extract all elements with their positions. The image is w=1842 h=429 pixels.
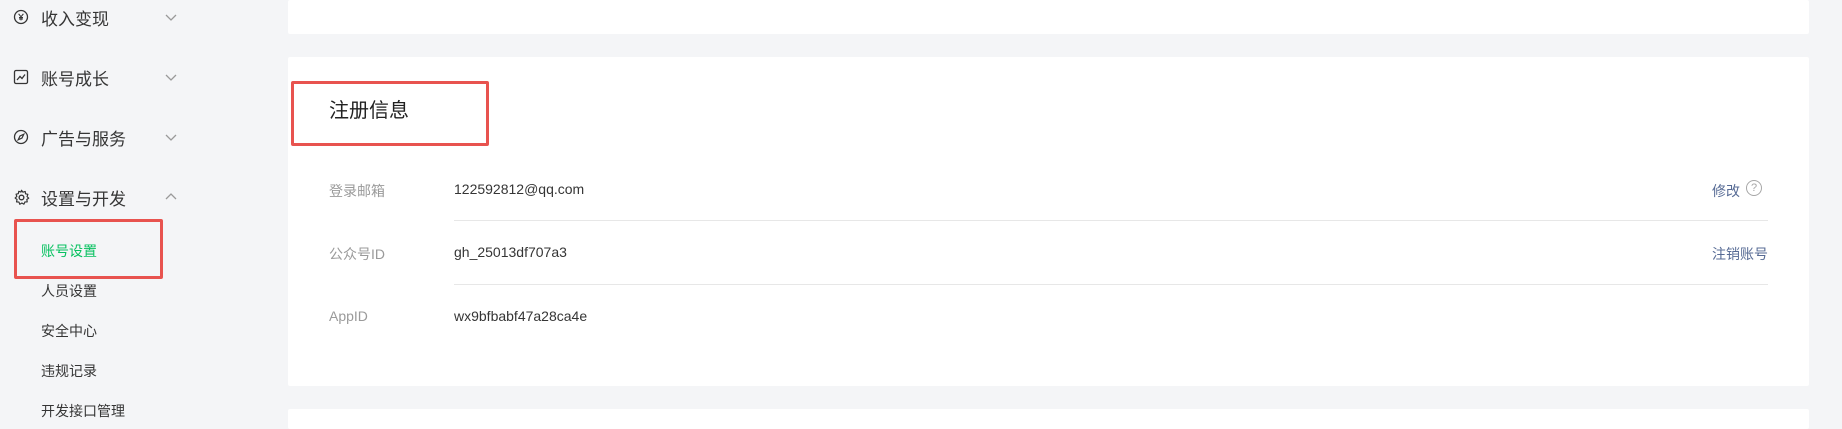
chevron-down-icon — [165, 134, 177, 141]
sidebar-item-dev-api[interactable]: 开发接口管理 — [41, 401, 125, 421]
sidebar-item-account-settings[interactable]: 账号设置 — [41, 241, 97, 261]
login-email-label: 登录邮箱 — [329, 183, 385, 199]
chevron-up-icon — [165, 193, 177, 200]
content-card-next — [288, 409, 1809, 429]
row-divider — [454, 220, 1768, 221]
sidebar-group-label: 设置与开发 — [41, 189, 126, 209]
row-divider — [454, 284, 1768, 285]
official-account-id-value: gh_25013df707a3 — [454, 244, 567, 260]
appid-value: wx9bfbabf47a28ca4e — [454, 308, 588, 324]
chevron-down-icon — [165, 14, 177, 21]
compass-icon — [12, 128, 30, 146]
sidebar-group-label: 收入变现 — [41, 9, 109, 29]
yen-circle-icon — [12, 8, 30, 26]
official-account-id-label: 公众号ID — [329, 246, 385, 262]
appid-label: AppID — [329, 308, 368, 324]
sidebar-group-label: 广告与服务 — [41, 129, 126, 149]
sidebar-group-revenue[interactable]: 收入变现 — [0, 0, 190, 35]
edit-email-link[interactable]: 修改 — [1712, 181, 1740, 201]
sidebar-item-violation-records[interactable]: 违规记录 — [41, 361, 97, 381]
sidebar-item-security-center[interactable]: 安全中心 — [41, 321, 97, 341]
growth-chart-icon — [12, 68, 30, 86]
registration-info-card — [288, 57, 1809, 386]
sidebar-group-ads[interactable]: 广告与服务 — [0, 119, 190, 155]
sidebar-group-settings[interactable]: 设置与开发 — [0, 179, 190, 215]
login-email-value: 122592812@qq.com — [454, 181, 585, 197]
sidebar-nav: 收入变现 账号成长 广告与服务 设置与开发 账号设置 人员设置 安全中心 违规记… — [0, 0, 212, 419]
chevron-down-icon — [165, 74, 177, 81]
sidebar-group-label: 账号成长 — [41, 69, 109, 89]
cancel-account-link[interactable]: 注销账号 — [1712, 244, 1768, 264]
gear-icon — [12, 188, 30, 206]
sidebar-group-growth[interactable]: 账号成长 — [0, 59, 190, 95]
section-title: 注册信息 — [329, 100, 409, 122]
help-icon[interactable]: ? — [1746, 180, 1762, 196]
content-card-previous — [288, 0, 1809, 34]
sidebar-item-staff-settings[interactable]: 人员设置 — [41, 281, 97, 301]
